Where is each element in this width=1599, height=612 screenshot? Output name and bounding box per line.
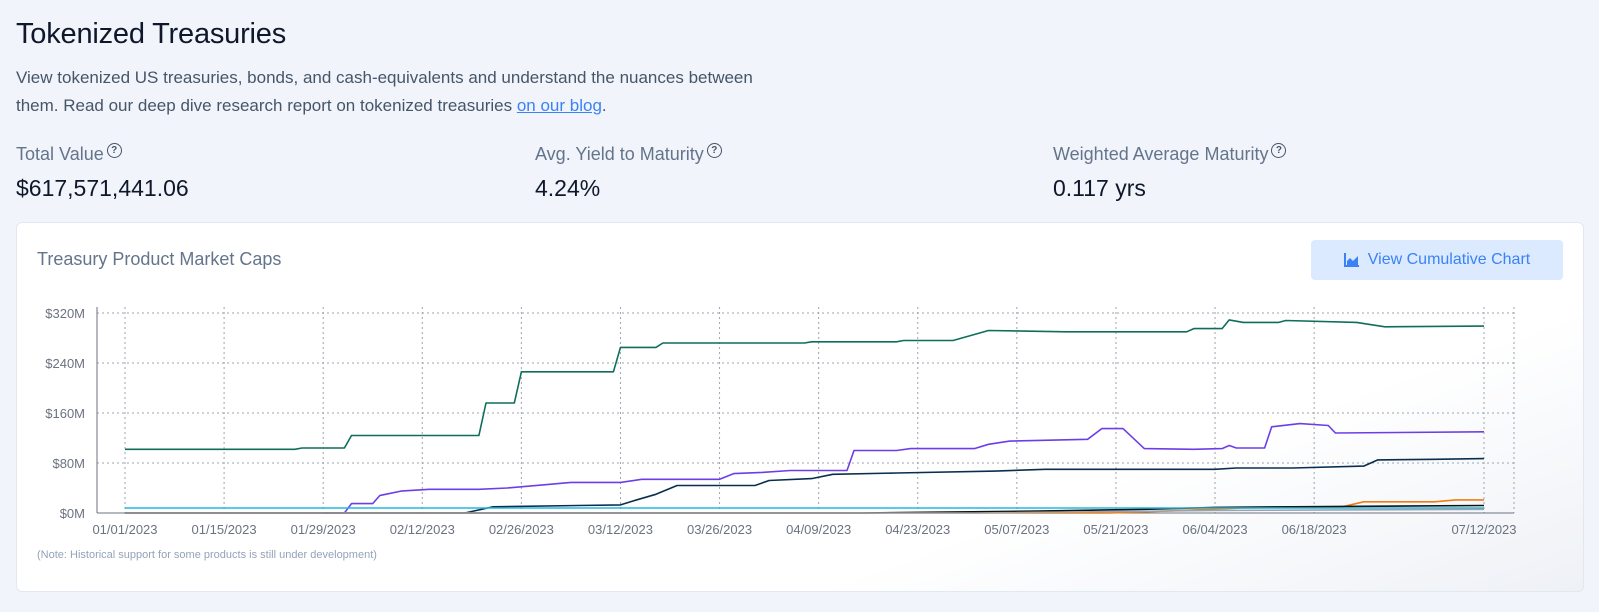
stat-value: 4.24% [535, 175, 601, 201]
x-tick-label: 05/21/2023 [1083, 522, 1148, 537]
market-caps-card: Treasury Product Market Caps View Cumula… [16, 222, 1584, 592]
stat-label: Avg. Yield to Maturity? [535, 143, 722, 165]
x-tick-label: 03/12/2023 [588, 522, 653, 537]
x-tick-label: 03/26/2023 [687, 522, 752, 537]
x-tick-label: 01/15/2023 [192, 522, 257, 537]
market-caps-chart: $0M $80M $160M $240M $320M 01/01/2023 01/15/20… [45, 306, 1516, 537]
x-tick-label: 01/29/2023 [291, 522, 356, 537]
x-tick-label: 04/23/2023 [885, 522, 950, 537]
series-line-7 [125, 508, 1485, 514]
blog-link[interactable]: on our blog [517, 96, 602, 115]
help-icon[interactable]: ? [1271, 143, 1287, 158]
description-suffix: . [601, 96, 607, 115]
y-tick-label: $160M [45, 406, 85, 421]
stat-label: Weighted Average Maturity? [1053, 143, 1287, 165]
x-tick-label: 01/01/2023 [92, 522, 157, 537]
y-tick-label: $80M [52, 456, 85, 471]
stat-value: 0.117 yrs [1053, 175, 1146, 201]
stat-label: Total Value? [16, 143, 189, 165]
help-icon[interactable]: ? [106, 143, 122, 158]
x-tick-label: 07/12/2023 [1451, 522, 1516, 537]
description-text: View tokenized US treasuries, bonds, and… [16, 68, 753, 115]
x-tick-label: 02/12/2023 [390, 522, 455, 537]
page-title: Tokenized Treasuries [16, 18, 287, 50]
y-tick-label: $320M [45, 306, 85, 321]
chart-note: (Note: Historical support for some produ… [37, 549, 377, 561]
y-tick-label: $240M [45, 356, 85, 371]
stat-weighted-maturity: Weighted Average Maturity? 0.117 yrs [1053, 143, 1287, 202]
stat-value: $617,571,441.06 [16, 175, 189, 201]
stat-label-text: Avg. Yield to Maturity [535, 144, 704, 164]
x-tick-label: 04/09/2023 [786, 522, 851, 537]
series-line-3 [125, 457, 1485, 514]
series-line-5 [125, 504, 1485, 514]
stat-label-text: Weighted Average Maturity [1053, 144, 1269, 164]
x-tick-label: 02/26/2023 [489, 522, 554, 537]
stat-avg-yield: Avg. Yield to Maturity? 4.24% [535, 143, 722, 202]
page-description: View tokenized US treasuries, bonds, and… [16, 64, 776, 120]
stat-label-text: Total Value [16, 144, 104, 164]
x-tick-label: 06/04/2023 [1182, 522, 1247, 537]
series-line-1 [125, 319, 1485, 451]
x-tick-label: 05/07/2023 [984, 522, 1049, 537]
help-icon[interactable]: ? [706, 143, 722, 158]
y-tick-label: $0M [60, 506, 85, 521]
stat-total-value: Total Value? $617,571,441.06 [16, 143, 189, 202]
x-tick-label: 06/18/2023 [1282, 522, 1347, 537]
